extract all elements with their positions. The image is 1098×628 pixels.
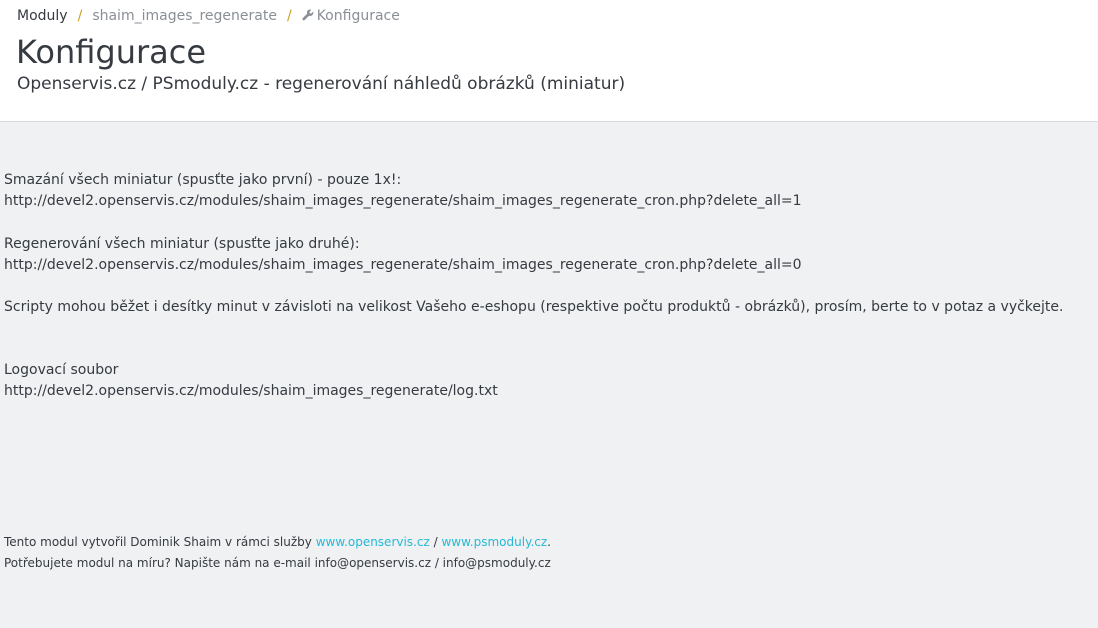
openservis-link[interactable]: www.openservis.cz [316, 535, 430, 549]
log-label: Logovací soubor [4, 362, 119, 378]
footer-link-separator: / [429, 535, 442, 549]
breadcrumb-current-label: Konfigurace [316, 8, 400, 24]
breadcrumb-separator: / [77, 8, 83, 24]
wrench-icon [302, 8, 314, 26]
footer-credits: Tento modul vytvořil Dominik Shaim v rám… [4, 532, 551, 553]
breadcrumb-module-link[interactable]: shaim_images_regenerate [92, 8, 277, 24]
psmoduly-link[interactable]: www.psmoduly.cz [441, 535, 547, 549]
delete-url: http://devel2.openservis.cz/modules/shai… [4, 193, 802, 209]
footer-period: . [547, 535, 551, 549]
regenerate-url: http://devel2.openservis.cz/modules/shai… [4, 257, 802, 273]
delete-label: Smazání všech miniatur (spusťte jako prv… [4, 172, 402, 188]
footer-contact: Potřebujete modul na míru? Napište nám n… [4, 556, 551, 570]
breadcrumb: Moduly / shaim_images_regenerate / Konfigura… [17, 7, 400, 26]
breadcrumb-separator: / [286, 8, 292, 24]
module-content: Smazání všech miniatur (spusťte jako prv… [4, 170, 1094, 402]
runtime-note: Scripty mohou běžet i desítky minut v zá… [4, 299, 1064, 315]
module-footer: Tento modul vytvořil Dominik Shaim v rám… [4, 532, 551, 574]
breadcrumb-current: Konfigurace [302, 8, 400, 24]
page-title: Konfigurace [16, 33, 207, 71]
regenerate-label: Regenerování všech miniatur (spusťte jak… [4, 236, 360, 252]
page-header: Moduly / shaim_images_regenerate / Konfigura… [0, 0, 1098, 122]
page-subtitle: Openservis.cz / PSmoduly.cz - regenerová… [17, 74, 626, 94]
log-url: http://devel2.openservis.cz/modules/shai… [4, 383, 498, 399]
footer-credits-text: Tento modul vytvořil Dominik Shaim v rám… [4, 535, 316, 549]
breadcrumb-moduly-link[interactable]: Moduly [17, 8, 68, 24]
